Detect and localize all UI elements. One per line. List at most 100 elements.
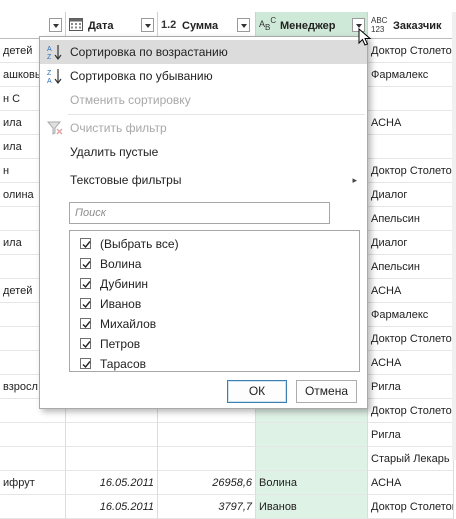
column-header-unnamed[interactable] [0, 12, 66, 39]
table-cell-customer[interactable]: АСНА [368, 111, 454, 135]
menu-item-label: Отменить сортировку [70, 93, 191, 107]
column-header-label: Менеджер [280, 20, 336, 32]
column-filter-menu: AZ Сортировка по возрастанию ZA Сортиров… [39, 36, 368, 409]
menu-item-label: Текстовые фильтры [70, 173, 182, 187]
table-cell-manager[interactable] [256, 423, 368, 447]
checkbox[interactable] [80, 258, 91, 269]
column-header-label: Заказчик [393, 20, 442, 32]
table-cell-date[interactable]: 16.05.2011 [66, 471, 158, 495]
filter-value-label: Иванов [100, 297, 142, 311]
table-cell-customer[interactable]: Старый Лекарь [368, 447, 454, 471]
table-cell-c0[interactable]: ифрут [0, 471, 66, 495]
column-dropdown-button[interactable] [141, 18, 154, 32]
svg-text:Z: Z [47, 54, 52, 61]
checkbox[interactable] [80, 238, 91, 249]
filter-values-list: (Выбрать все) Волина Дубинин Иванов Михайлов… [69, 230, 360, 372]
table-cell-sum[interactable]: 3797,7 [158, 495, 256, 519]
calendar-icon [69, 18, 83, 34]
table-cell-sum[interactable] [158, 447, 256, 471]
filter-value-label: Петров [100, 337, 141, 351]
filter-search-input[interactable] [69, 202, 330, 224]
decimal-type-icon: 1.2 [161, 19, 177, 31]
column-header-label: Сумма [182, 20, 219, 32]
table-cell-customer[interactable]: Ригла [368, 375, 454, 399]
table-cell-c0[interactable] [0, 423, 66, 447]
text-type-icon: ABC [259, 16, 277, 32]
svg-text:A: A [47, 46, 52, 53]
checkbox[interactable] [80, 358, 91, 369]
table-cell-manager[interactable]: Иванов [256, 495, 368, 519]
column-dropdown-button[interactable] [49, 18, 62, 32]
cancel-button[interactable]: Отмена [296, 380, 357, 403]
table-cell-customer[interactable]: Диалог [368, 231, 454, 255]
menu-item-sort-ascending[interactable]: AZ Сортировка по возрастанию [40, 40, 367, 64]
table-cell-customer[interactable]: Доктор Столетов [368, 399, 454, 423]
submenu-arrow-icon: ▸ [352, 175, 357, 185]
table-cell-manager[interactable]: Волина [256, 471, 368, 495]
filter-value-item[interactable]: Тарасов [80, 354, 350, 374]
table-cell-customer[interactable]: Доктор Столетов [368, 327, 454, 351]
filter-value-label: (Выбрать все) [100, 237, 179, 251]
table-cell-customer[interactable]: Ригла [368, 423, 454, 447]
table-cell-customer[interactable]: АСНА [368, 279, 454, 303]
table-cell-sum[interactable]: 26958,6 [158, 471, 256, 495]
table-cell-customer[interactable] [368, 135, 454, 159]
menu-item-label: Сортировка по возрастанию [70, 45, 228, 59]
table-cell-date[interactable] [66, 423, 158, 447]
filter-value-label: Дубинин [100, 277, 149, 291]
column-header-label: Дата [88, 20, 114, 32]
menu-item-label: Удалить пустые [70, 145, 159, 159]
svg-text:Z: Z [47, 70, 52, 77]
vertical-scrollbar[interactable] [452, 12, 456, 460]
clear-filter-icon [46, 119, 64, 137]
sort-descending-icon: ZA [46, 67, 64, 85]
checkbox[interactable] [80, 338, 91, 349]
checkbox[interactable] [80, 298, 91, 309]
filter-value-label: Тарасов [100, 357, 146, 371]
table-cell-sum[interactable] [158, 423, 256, 447]
table-cell-manager[interactable] [256, 447, 368, 471]
svg-text:A: A [47, 78, 52, 85]
filter-value-item[interactable]: Петров [80, 334, 350, 354]
mouse-cursor-icon [358, 27, 374, 48]
column-header-manager[interactable]: ABC Менеджер [256, 12, 368, 39]
column-header-date[interactable]: Дата [66, 12, 158, 39]
menu-item-text-filters[interactable]: Текстовые фильтры ▸ [40, 168, 367, 192]
filter-value-label: Михайлов [100, 317, 157, 331]
menu-item-cancel-sort[interactable]: Отменить сортировку [40, 88, 367, 112]
column-dropdown-button[interactable] [237, 18, 250, 32]
menu-item-clear-filter[interactable]: Очистить фильтр [40, 116, 367, 140]
table-cell-date[interactable] [66, 447, 158, 471]
menu-separator [68, 114, 365, 115]
filter-value-item[interactable]: Иванов [80, 294, 350, 314]
table-cell-customer[interactable]: Апельсин [368, 255, 454, 279]
table-cell-customer[interactable]: АСНА [368, 351, 454, 375]
menu-item-sort-descending[interactable]: ZA Сортировка по убыванию [40, 64, 367, 88]
checkbox[interactable] [80, 318, 91, 329]
filter-value-item[interactable]: (Выбрать все) [80, 234, 350, 254]
filter-value-item[interactable]: Михайлов [80, 314, 350, 334]
menu-item-label: Очистить фильтр [70, 121, 167, 135]
table-cell-customer[interactable]: Доктор Столетов [368, 495, 454, 519]
table-cell-customer[interactable]: Доктор Столетов [368, 39, 454, 63]
column-header-sum[interactable]: 1.2 Сумма [158, 12, 256, 39]
table-cell-customer[interactable]: Диалог [368, 183, 454, 207]
sort-ascending-icon: AZ [46, 43, 64, 61]
column-header-customer[interactable]: ABC 123 Заказчик [368, 12, 454, 39]
menu-item-remove-empty[interactable]: Удалить пустые [40, 140, 367, 164]
ok-button[interactable]: ОК [227, 380, 287, 403]
table-cell-customer[interactable]: Доктор Столетов [368, 159, 454, 183]
table-cell-c0[interactable] [0, 495, 66, 519]
table-cell-customer[interactable] [368, 87, 454, 111]
table-cell-customer[interactable]: Апельсин [368, 207, 454, 231]
filter-value-item[interactable]: Дубинин [80, 274, 350, 294]
table-cell-customer[interactable]: АСНА [368, 471, 454, 495]
table-cell-date[interactable]: 16.05.2011 [66, 495, 158, 519]
table-cell-customer[interactable]: Фармалекс [368, 303, 454, 327]
filter-value-item[interactable]: Волина [80, 254, 350, 274]
menu-item-label: Сортировка по убыванию [70, 69, 213, 83]
table-cell-customer[interactable]: Фармалекс [368, 63, 454, 87]
checkbox[interactable] [80, 278, 91, 289]
table-cell-c0[interactable] [0, 447, 66, 471]
filter-value-label: Волина [100, 257, 142, 271]
